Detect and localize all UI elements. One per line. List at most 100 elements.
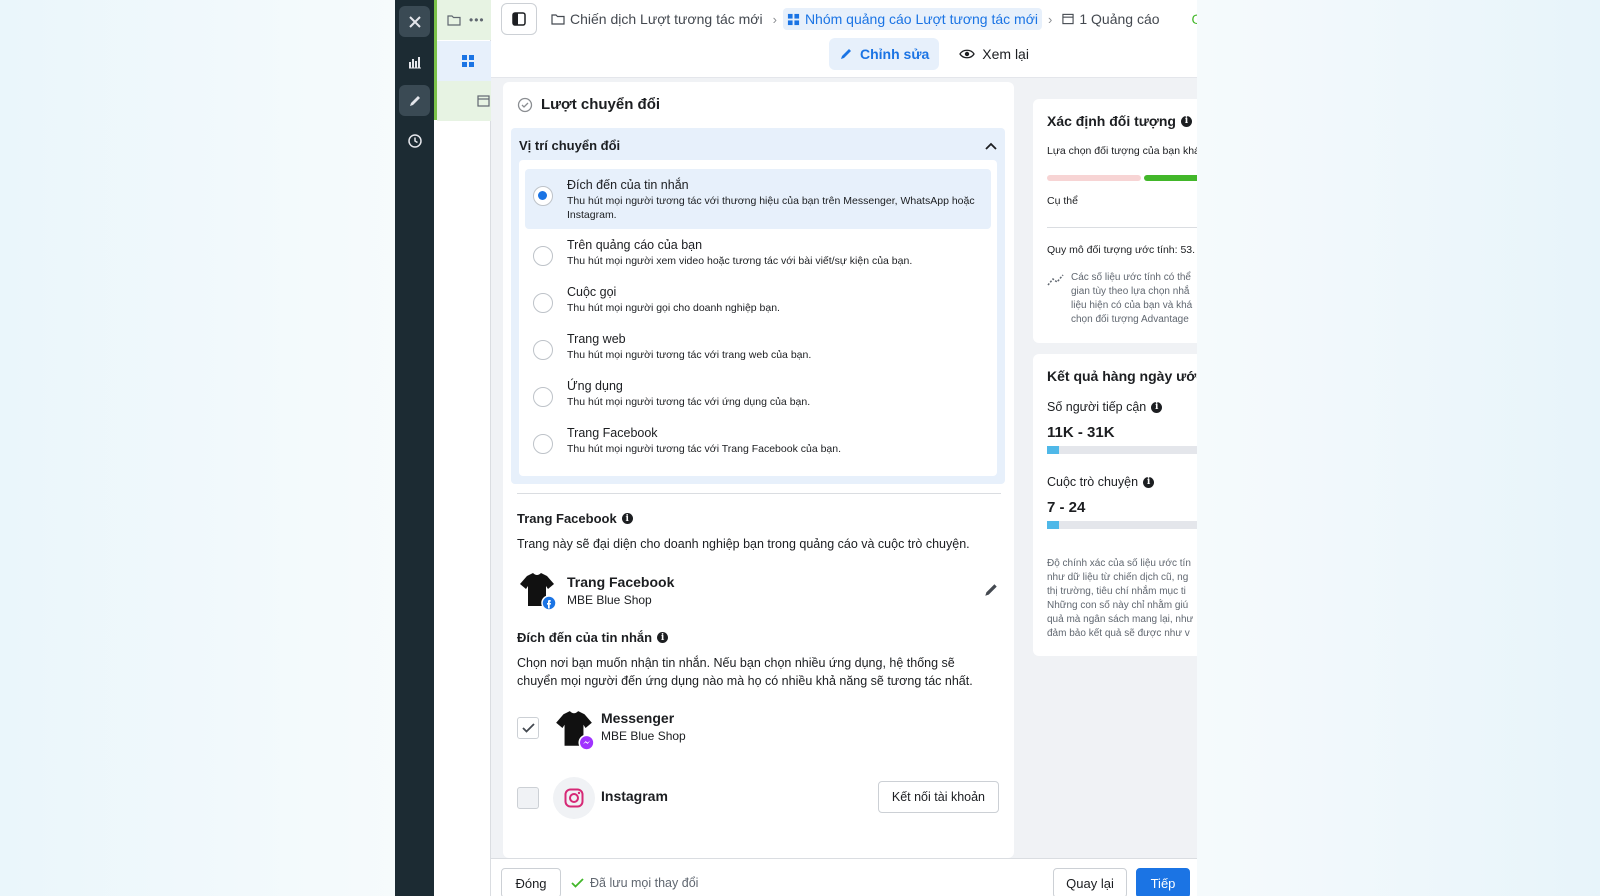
edit-mode-button[interactable] [399,85,430,116]
breadcrumb-ads[interactable]: 1 Quảng cáo [1058,8,1163,30]
message-destination-heading-label: Đích đến của tin nhắn [517,630,653,645]
info-icon[interactable]: i [621,513,633,524]
audience-note-line: gian tùy theo lựa chọn nhắ [1071,286,1190,297]
tree-item-campaign[interactable]: ••• [437,0,491,40]
radio[interactable] [533,246,553,266]
breadcrumb-campaign[interactable]: Chiến dịch Lượt tương tác mới [547,8,767,30]
sidebar-icon [512,12,526,26]
option-facebook-page[interactable]: Trang Facebook Thu hút mọi người tương t… [525,417,991,464]
radio[interactable] [533,293,553,313]
grid-icon [462,55,474,67]
eye-icon [959,49,976,59]
messenger-name: Messenger [601,710,675,726]
tree-item-ad-set[interactable] [437,41,491,81]
tab-review[interactable]: Xem lại [949,38,1039,70]
option-desc: Thu hút mọi người gọi cho doanh nghiệp b… [567,302,780,314]
next-button[interactable]: Tiếp [1136,868,1190,896]
grid-icon [787,13,800,25]
messenger-checkbox[interactable] [517,717,539,739]
audience-note-line: liệu hiện có của bạn và khá [1071,300,1193,311]
mode-tabs: Chỉnh sửa Xem lại [829,38,1039,70]
audience-meter-low [1047,175,1141,181]
reach-label: Số người tiếp cận i [1047,400,1163,414]
instagram-row: Instagram Kết nối tài khoản [517,776,999,820]
option-title: Trên quảng cáo của bạn [567,238,703,252]
audience-note-line: chọn đối tượng Advantage [1071,314,1189,325]
info-icon[interactable]: i [1180,115,1192,127]
radio[interactable] [533,434,553,454]
saved-status-label: Đã lưu mọi thay đổi [590,876,699,890]
daily-note-line: Độ chính xác của số liệu ước tín [1047,558,1191,569]
daily-note-line: như dữ liệu từ chiến dịch cũ, ng [1047,572,1189,583]
pencil-icon[interactable] [983,582,999,598]
conversion-location-title: Vị trí chuyển đổi [519,138,621,153]
reach-meter-fill [1047,446,1060,454]
folder-icon [551,14,565,25]
conversion-section-title: Lượt chuyển đổi [517,96,660,113]
conversations-meter-fill [1047,521,1060,529]
conversion-location-options: Đích đến của tin nhắn Thu hút mọi người … [519,160,997,476]
messenger-shop-name: MBE Blue Shop [601,729,686,743]
option-message-destination[interactable]: Đích đến của tin nhắn Thu hút mọi người … [525,169,991,229]
folder-icon [447,15,461,26]
instagram-icon [564,788,584,808]
close-footer-button[interactable]: Đóng [501,868,561,896]
chevron-up-icon[interactable] [985,142,997,150]
tree-item-ad[interactable] [437,81,491,121]
status-ring-icon: O [1191,11,1197,27]
conversations-label-text: Cuộc trò chuyện [1047,475,1139,489]
checkmark-icon [571,878,584,888]
daily-note-line: Những con số này chỉ nhằm giú [1047,600,1189,611]
selected-facebook-page: Trang Facebook MBE Blue Shop [517,570,999,614]
more-icon[interactable]: ••• [469,13,485,27]
option-desc: Thu hút mọi người tương tác với Trang Fa… [567,443,842,455]
info-icon[interactable]: i [657,632,669,643]
connect-account-button[interactable]: Kết nối tài khoản [877,781,999,813]
reach-meter [1047,446,1197,454]
tab-edit-label: Chỉnh sửa [860,46,930,62]
facebook-page-heading-label: Trang Facebook [517,511,617,526]
option-title: Cuộc gọi [567,285,617,299]
reports-button[interactable] [399,46,430,77]
option-calls[interactable]: Cuộc gọi Thu hút mọi người gọi cho doanh… [525,276,991,323]
ad-icon [477,95,490,107]
option-desc: Thu hút mọi người tương tác với thương h… [567,195,975,221]
facebook-page-desc: Trang này sẽ đại diện cho doanh nghiệp b… [517,537,970,551]
audience-note-line: Các số liệu ước tính có thể [1071,272,1191,283]
instagram-checkbox[interactable] [517,787,539,809]
daily-results-card: Kết quả hàng ngày ước Số người tiếp cận … [1033,354,1197,656]
conversion-card: Lượt chuyển đổi Vị trí chuyển đổi Đích đ… [503,82,1014,858]
audience-meter-good [1144,175,1197,181]
breadcrumb-campaign-label: Chiến dịch Lượt tương tác mới [570,11,763,27]
audience-title-label: Xác định đối tượng [1047,113,1176,129]
radio-selected[interactable] [533,186,553,206]
close-button[interactable] [399,6,430,37]
history-button[interactable] [399,125,430,156]
check-circle-icon [517,97,533,112]
instagram-name: Instagram [601,788,668,804]
conversion-location-header[interactable]: Vị trí chuyển đổi [519,138,997,153]
chevron-right-icon: › [1048,11,1053,27]
conversations-meter [1047,521,1197,529]
info-icon[interactable]: i [1143,476,1155,488]
radio[interactable] [533,340,553,360]
toggle-sidebar-button[interactable] [501,3,537,35]
daily-note-line: đảm bảo kết quả sẽ được như v [1047,628,1190,639]
daily-note-line: thị trường, tiêu chí nhắm mục ti [1047,586,1186,597]
checkmark-icon [521,723,535,733]
back-button[interactable]: Quay lại [1053,868,1127,896]
tab-edit[interactable]: Chỉnh sửa [829,38,940,70]
breadcrumb-ad-set-label: Nhóm quảng cáo Lượt tương tác mới [804,11,1038,27]
conversations-value: 7 - 24 [1047,499,1086,516]
breadcrumb-ad-set[interactable]: Nhóm quảng cáo Lượt tương tác mới [782,8,1042,30]
daily-results-title: Kết quả hàng ngày ước [1047,368,1197,384]
ad-icon [1062,13,1074,25]
audience-line: Lựa chọn đối tượng của bạn khá [1047,145,1197,157]
page-shop-name: MBE Blue Shop [567,593,652,607]
option-app[interactable]: Ứng dụng Thu hút mọi người tương tác với… [525,370,991,417]
info-icon[interactable]: i [1151,401,1163,413]
option-website[interactable]: Trang web Thu hút mọi người tương tác vớ… [525,323,991,370]
radio[interactable] [533,387,553,407]
top-bar: Chiến dịch Lượt tương tác mới › Nhóm quả… [491,0,1197,78]
option-on-your-ad[interactable]: Trên quảng cáo của bạn Thu hút mọi người… [525,229,991,276]
